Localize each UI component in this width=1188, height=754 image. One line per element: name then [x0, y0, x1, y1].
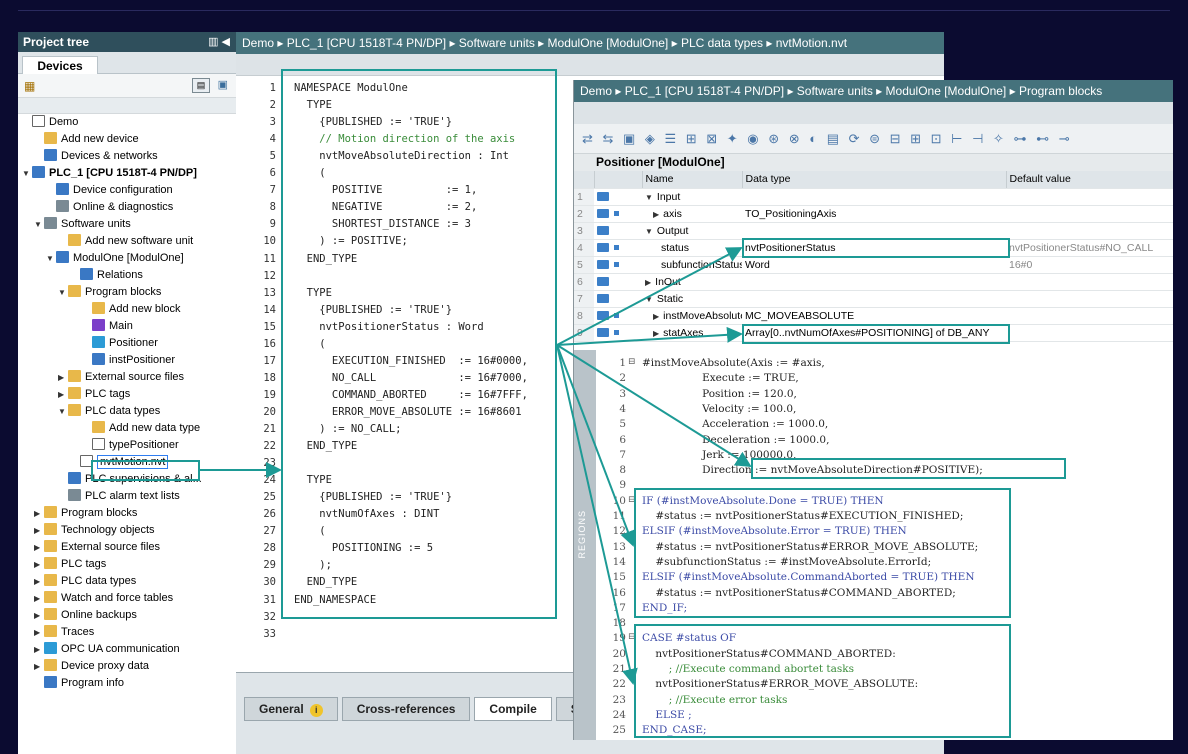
arrow-to-direction [556, 344, 752, 468]
arrow-to-status-type [556, 247, 743, 346]
arrow-to-stataxes-type [556, 326, 743, 346]
connector-arrows [200, 247, 752, 685]
